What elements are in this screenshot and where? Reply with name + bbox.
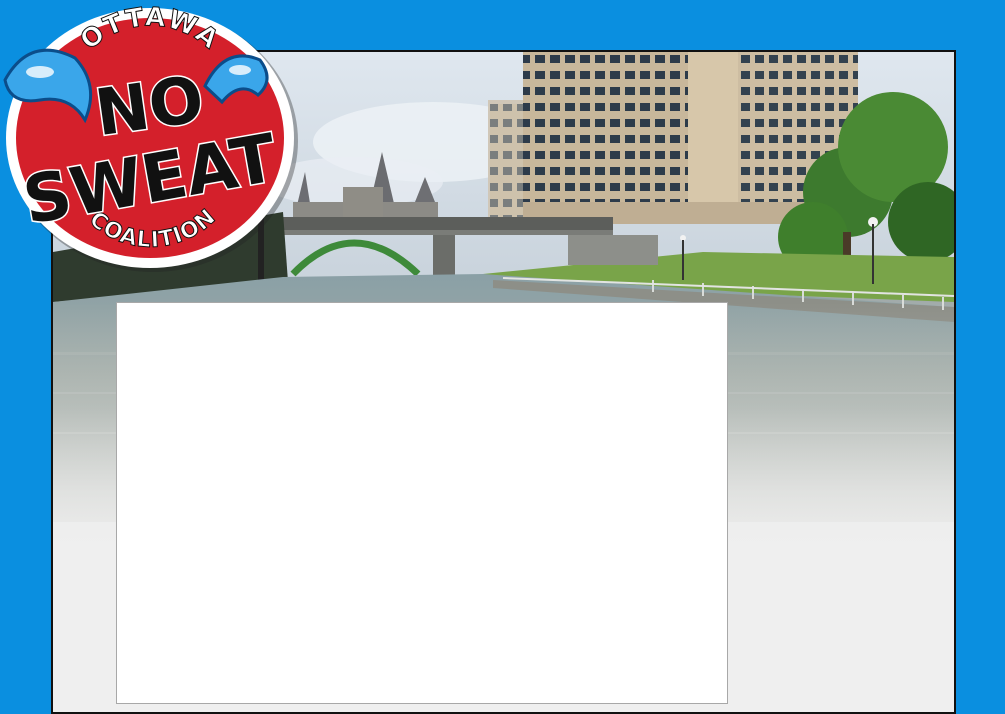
main-content-panel	[116, 302, 728, 704]
no-sweat-logo[interactable]: OTTAWA COALITION NO SWEAT	[0, 0, 300, 280]
